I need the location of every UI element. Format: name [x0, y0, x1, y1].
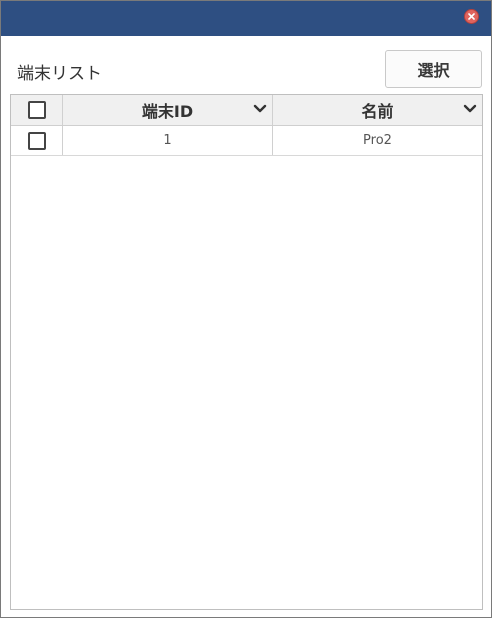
select-button[interactable]: 選択: [385, 50, 482, 88]
close-icon[interactable]: [464, 9, 479, 24]
title-bar[interactable]: [1, 1, 491, 36]
table-header-row: 端末ID 名前: [11, 95, 482, 126]
select-all-checkbox[interactable]: [27, 101, 46, 119]
name-value: Pro2: [363, 133, 392, 148]
table-row[interactable]: 1 Pro2: [11, 126, 482, 156]
row-checkbox[interactable]: [27, 131, 46, 150]
terminal-id-cell: 1: [63, 126, 273, 155]
terminal-table: 端末ID 名前 1 Pro2: [10, 94, 483, 610]
row-select-cell: [11, 126, 63, 155]
column-header-label: 端末ID: [141, 102, 194, 121]
name-cell: Pro2: [273, 126, 482, 155]
column-header-label: 名前: [361, 102, 394, 121]
terminal-id-value: 1: [163, 133, 172, 148]
dialog-window: 端末リスト 選択 端末ID 名前 1 Pro2: [0, 0, 492, 618]
chevron-down-icon[interactable]: [253, 104, 267, 114]
header-select-cell: [11, 95, 63, 125]
chevron-down-icon[interactable]: [463, 104, 477, 114]
column-header-name[interactable]: 名前: [273, 95, 482, 125]
list-title: 端末リスト: [17, 64, 102, 84]
column-header-terminal-id[interactable]: 端末ID: [63, 95, 273, 125]
